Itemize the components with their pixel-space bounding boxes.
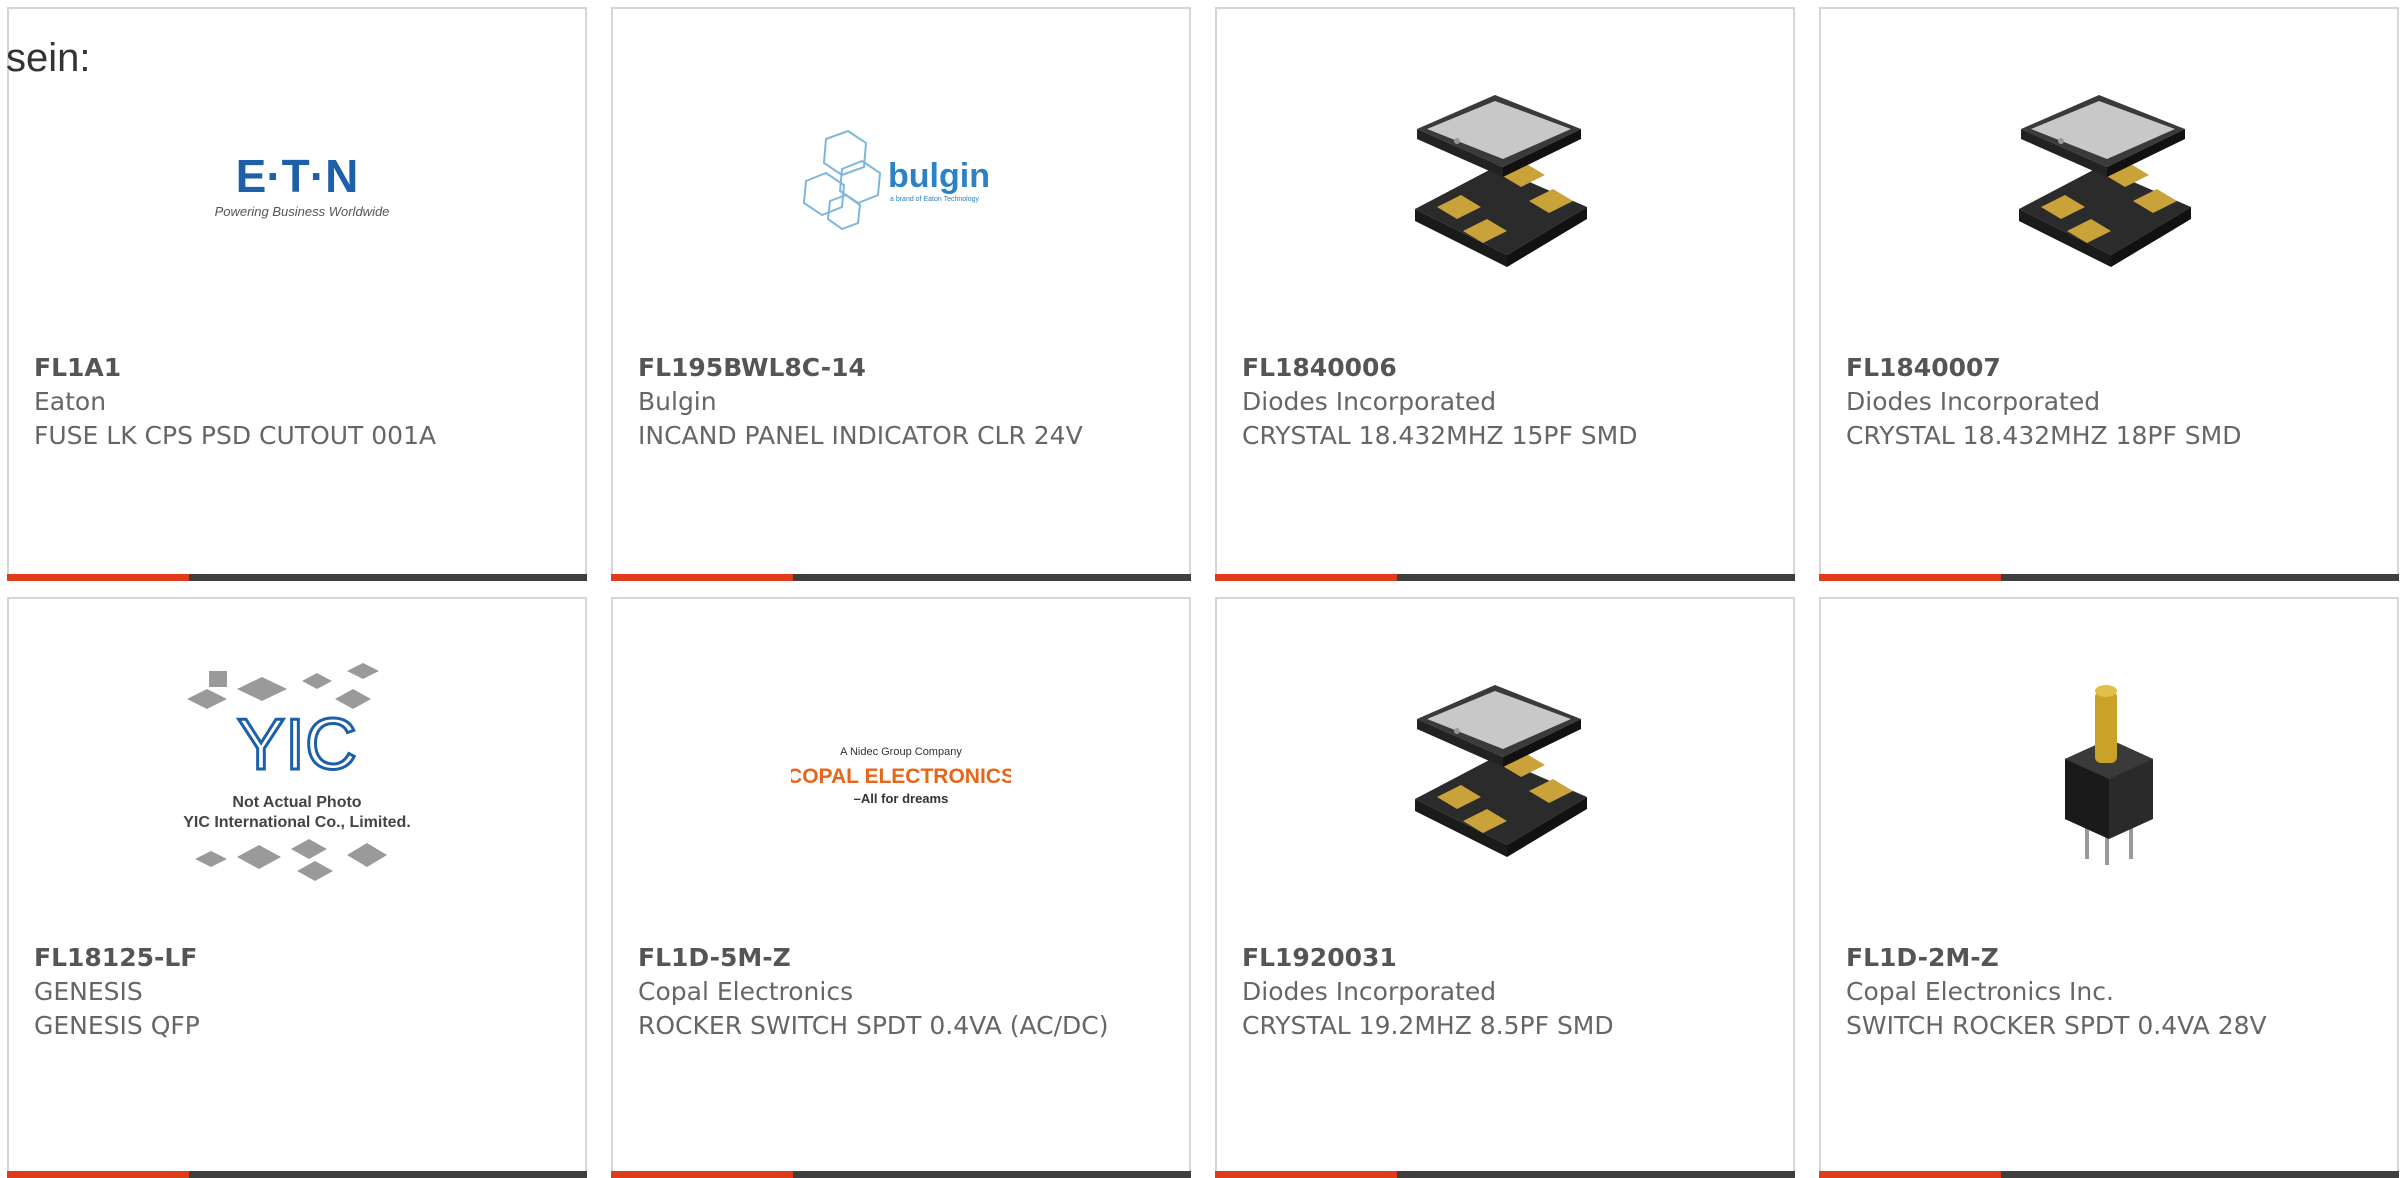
- product-description: INCAND PANEL INDICATOR CLR 24V: [638, 421, 1083, 450]
- eaton-logo: E·T·N Powering Business Worldwide: [215, 150, 390, 219]
- card-bar-accent: [1215, 1171, 1397, 1178]
- smd-crystal-photo: [2019, 95, 2191, 267]
- manufacturer-name: Diodes Incorporated: [1846, 387, 2101, 416]
- product-image[interactable]: A Nidec Group Company COPAL ELECTRONICS …: [771, 659, 1031, 899]
- part-number[interactable]: FL1840007: [1846, 351, 2377, 385]
- rocker-switch-photo: [2065, 685, 2153, 865]
- smd-crystal-photo: [1415, 95, 1587, 267]
- part-number[interactable]: FL1D-2M-Z: [1846, 941, 2377, 975]
- smd-crystal-photo: [1415, 685, 1587, 857]
- yic-logo-text: YIC: [237, 705, 357, 785]
- card-bottom-bar: [1215, 1171, 1795, 1178]
- card-bottom-bar: [1819, 1171, 2399, 1178]
- part-number[interactable]: FL1A1: [34, 351, 565, 385]
- manufacturer-name: Eaton: [34, 387, 107, 416]
- manufacturer-name: GENESIS: [34, 977, 143, 1006]
- product-card[interactable]: FL1840006 Diodes Incorporated CRYSTAL 18…: [1215, 7, 1795, 581]
- product-card[interactable]: FL1D-2M-Z Copal Electronics Inc. SWITCH …: [1819, 597, 2399, 1178]
- part-number[interactable]: FL195BWL8C-14: [638, 351, 1169, 385]
- card-bar-accent: [1215, 574, 1397, 581]
- copal-logo-top: A Nidec Group Company: [840, 746, 962, 758]
- card-bottom-bar: [1215, 574, 1795, 581]
- card-bottom-bar: [611, 574, 1191, 581]
- copal-logo-text: COPAL ELECTRONICS: [791, 765, 1011, 788]
- product-image[interactable]: YIC Not Actual Photo YIC International C…: [167, 659, 427, 899]
- product-image[interactable]: [1979, 659, 2239, 899]
- product-image[interactable]: [1375, 69, 1635, 309]
- intro-text: sein:: [6, 36, 91, 80]
- copal-logo: A Nidec Group Company COPAL ELECTRONICS …: [791, 746, 1011, 806]
- card-bottom-bar: [1819, 574, 2399, 581]
- part-number[interactable]: FL18125-LF: [34, 941, 565, 975]
- bulgin-logo-tagline: a brand of Eaton Technology: [890, 196, 979, 203]
- product-image[interactable]: [1375, 659, 1635, 899]
- part-number[interactable]: FL1840006: [1242, 351, 1773, 385]
- eaton-logo-tagline: Powering Business Worldwide: [215, 204, 390, 219]
- card-bar-accent: [1819, 574, 2001, 581]
- card-bottom-bar: [7, 1171, 587, 1178]
- card-bar-accent: [611, 574, 793, 581]
- manufacturer-name: Copal Electronics: [638, 977, 854, 1006]
- product-card[interactable]: A Nidec Group Company COPAL ELECTRONICS …: [611, 597, 1191, 1178]
- product-description: FUSE LK CPS PSD CUTOUT 001A: [34, 421, 437, 450]
- product-card[interactable]: FL1840007 Diodes Incorporated CRYSTAL 18…: [1819, 7, 2399, 581]
- part-number[interactable]: FL1D-5M-Z: [638, 941, 1169, 975]
- product-card[interactable]: YIC Not Actual Photo YIC International C…: [7, 597, 587, 1178]
- product-description: SWITCH ROCKER SPDT 0.4VA 28V: [1846, 1011, 2267, 1040]
- product-card[interactable]: bulgin a brand of Eaton Technology FL195…: [611, 7, 1191, 581]
- yic-caption-line1: Not Actual Photo: [232, 794, 361, 811]
- manufacturer-name: Diodes Incorporated: [1242, 387, 1497, 416]
- product-description: GENESIS QFP: [34, 1011, 200, 1040]
- manufacturer-name: Copal Electronics Inc.: [1846, 977, 2114, 1006]
- bulgin-logo-text: bulgin: [888, 157, 990, 195]
- product-image[interactable]: E·T·N Powering Business Worldwide: [167, 69, 427, 309]
- card-bottom-bar: [7, 574, 587, 581]
- product-description: CRYSTAL 19.2MHZ 8.5PF SMD: [1242, 1011, 1614, 1040]
- product-image[interactable]: [1979, 69, 2239, 309]
- bulgin-logo: bulgin a brand of Eaton Technology: [802, 129, 990, 231]
- card-bottom-bar: [611, 1171, 1191, 1178]
- manufacturer-name: Diodes Incorporated: [1242, 977, 1497, 1006]
- product-card[interactable]: E·T·N Powering Business Worldwide FL1A1 …: [7, 7, 587, 581]
- eaton-logo-text: E·T·N: [236, 150, 359, 202]
- card-bar-accent: [7, 1171, 189, 1178]
- product-description: CRYSTAL 18.432MHZ 18PF SMD: [1846, 421, 2242, 450]
- yic-placeholder-image: YIC Not Actual Photo YIC International C…: [183, 663, 411, 881]
- product-description: CRYSTAL 18.432MHZ 15PF SMD: [1242, 421, 1638, 450]
- card-bar-accent: [611, 1171, 793, 1178]
- product-card[interactable]: FL1920031 Diodes Incorporated CRYSTAL 19…: [1215, 597, 1795, 1178]
- card-bar-accent: [1819, 1171, 2001, 1178]
- product-grid: E·T·N Powering Business Worldwide FL1A1 …: [7, 7, 2399, 1178]
- copal-logo-tagline: –All for dreams: [854, 791, 949, 806]
- yic-caption-line2: YIC International Co., Limited.: [183, 814, 411, 831]
- product-image[interactable]: bulgin a brand of Eaton Technology: [771, 69, 1031, 309]
- card-bar-accent: [7, 574, 189, 581]
- manufacturer-name: Bulgin: [638, 387, 717, 416]
- part-number[interactable]: FL1920031: [1242, 941, 1773, 975]
- product-description: ROCKER SWITCH SPDT 0.4VA (AC/DC): [638, 1011, 1109, 1040]
